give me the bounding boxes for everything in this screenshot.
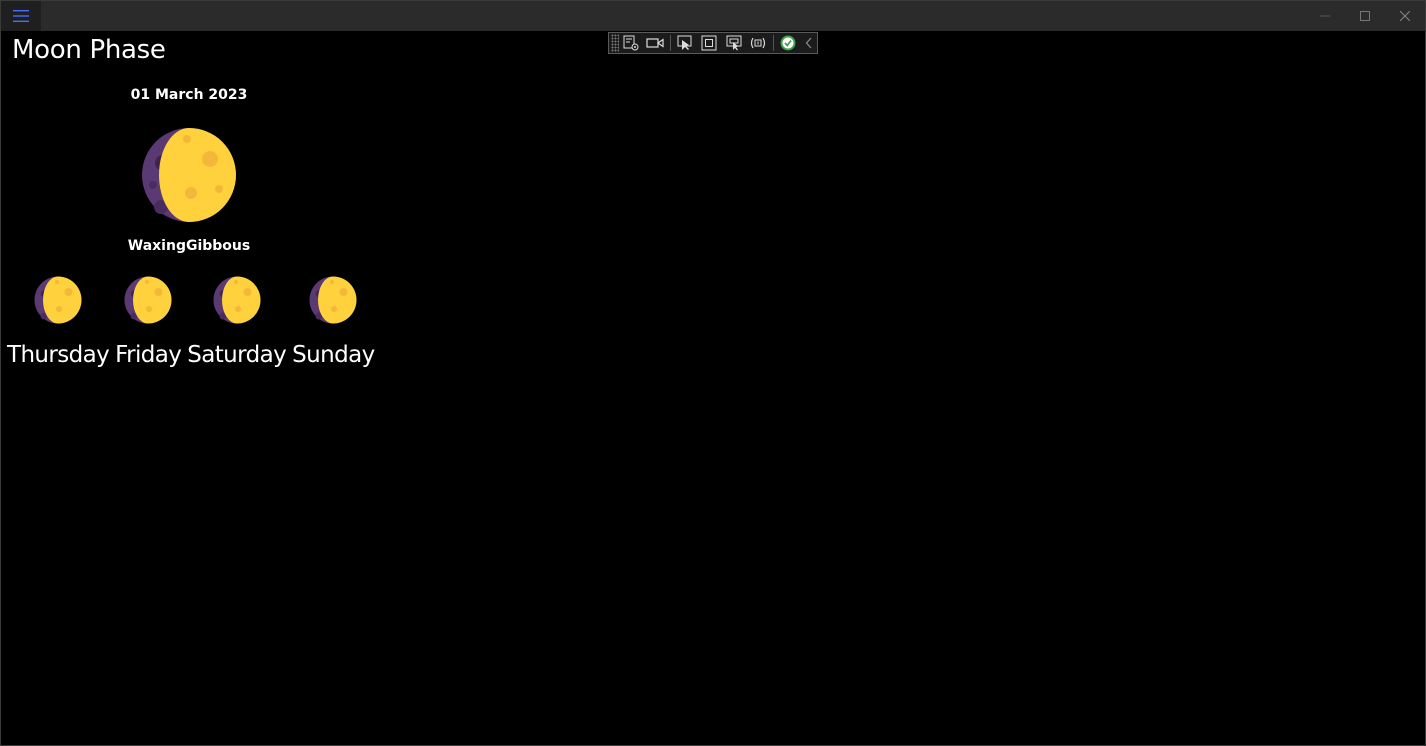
waxing-gibbous-moon-icon (213, 276, 261, 324)
minimize-icon (1320, 15, 1330, 17)
live-visual-tree-icon (623, 35, 639, 51)
day-name: Sunday (292, 342, 375, 368)
forecast-day: Sunday (292, 276, 375, 368)
hamburger-icon (13, 10, 29, 22)
phase-label: WaxingGibbous (127, 238, 251, 254)
day-name: Friday (115, 342, 182, 368)
record-button[interactable] (643, 33, 668, 53)
collapse-toolbar-button[interactable] (800, 33, 817, 53)
hot-reload-status-icon (780, 35, 796, 51)
forecast-row: Thursday Friday Saturday Sunday (7, 276, 375, 368)
binding-failures-button[interactable] (746, 33, 771, 53)
select-element-icon (677, 35, 692, 50)
menu-button[interactable] (1, 1, 41, 31)
hot-reload-status-button[interactable] (776, 33, 801, 53)
xaml-debug-toolbar (608, 32, 818, 54)
app-window: Moon Phase 01 March 2023 WaxingGibbous T… (0, 0, 1426, 746)
day-name: Saturday (187, 342, 287, 368)
record-icon (646, 38, 664, 48)
forecast-day: Thursday (7, 276, 110, 368)
maximize-button[interactable] (1345, 1, 1385, 31)
waxing-gibbous-moon-icon (34, 276, 82, 324)
toolbar-separator (772, 35, 774, 51)
maximize-icon (1360, 11, 1370, 21)
binding-failures-icon (751, 37, 766, 49)
forecast-day: Friday (115, 276, 182, 368)
live-visual-tree-button[interactable] (619, 33, 644, 53)
toolbar-grip[interactable] (611, 34, 619, 52)
close-icon (1400, 11, 1410, 21)
minimize-button[interactable] (1305, 1, 1345, 31)
forecast-day: Saturday (187, 276, 287, 368)
waxing-gibbous-moon-icon (124, 276, 172, 324)
page-title: Moon Phase (12, 35, 166, 65)
track-focus-icon (726, 35, 742, 51)
title-bar[interactable] (1, 1, 1425, 31)
day-name: Thursday (7, 342, 110, 368)
waxing-gibbous-moon-icon (309, 276, 357, 324)
close-button[interactable] (1385, 1, 1425, 31)
track-focus-button[interactable] (722, 33, 747, 53)
caption-buttons (1305, 1, 1425, 31)
date-label: 01 March 2023 (130, 87, 248, 103)
display-layout-adorners-button[interactable] (697, 33, 722, 53)
select-element-button[interactable] (673, 33, 698, 53)
chevron-left-icon (805, 37, 811, 49)
toolbar-separator (669, 35, 671, 51)
waxing-gibbous-moon-icon (142, 128, 236, 222)
display-layout-adorners-icon (701, 35, 717, 51)
